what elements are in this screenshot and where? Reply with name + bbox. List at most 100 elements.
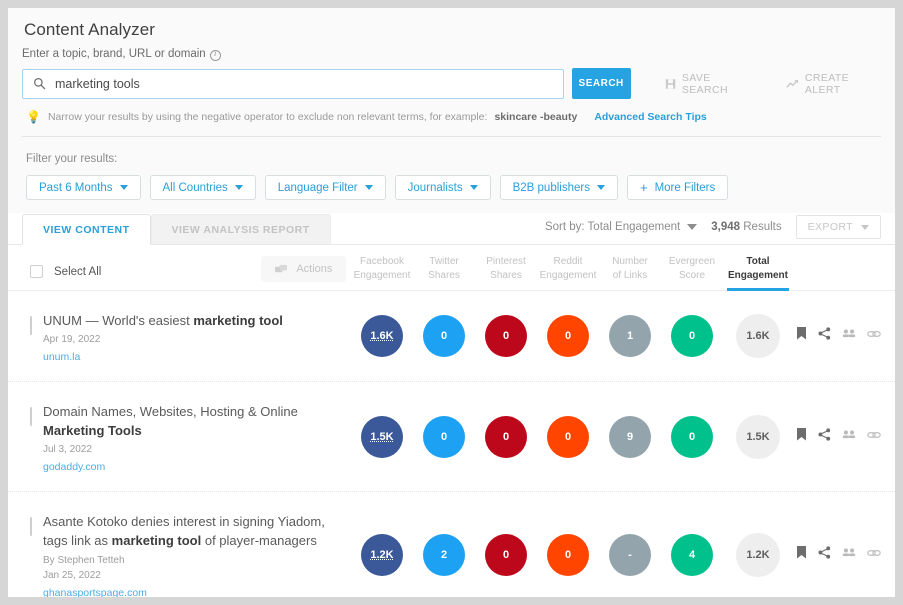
filter-chip-language[interactable]: Language Filter (264, 175, 386, 200)
metric-cell-pinterest: 0 (475, 415, 537, 458)
filter-chip-countries-label: All Countries (162, 181, 228, 194)
select-all-control[interactable]: Select All (30, 265, 101, 290)
metric-bubble-reddit[interactable]: 0 (547, 415, 589, 458)
table-toolbar: Sort by: Total Engagement 3,948 Results … (545, 215, 895, 244)
row-title[interactable]: UNUM — World's easiest marketing tool (43, 311, 332, 330)
row-title-highlight: marketing tool (111, 533, 202, 548)
row-date: Jul 3, 2022 (43, 444, 92, 455)
metric-bubble-total-engagement[interactable]: 1.6K (736, 314, 780, 358)
link-icon[interactable] (867, 546, 881, 564)
row-domain-link[interactable]: ghanasportspage.com (43, 581, 332, 597)
app-window: Content Analyzer Enter a topic, brand, U… (8, 8, 895, 597)
search-button[interactable]: SEARCH (571, 68, 631, 99)
column-header-reddit-line1: Reddit (553, 256, 583, 267)
filter-chip-journalists[interactable]: Journalists (394, 175, 491, 200)
metric-bubble-evergreen[interactable]: 0 (671, 315, 713, 357)
share-icon[interactable] (818, 427, 831, 446)
chevron-down-icon (364, 185, 373, 190)
sort-by-label: Sort by: Total Engagement (544, 221, 681, 233)
select-all-checkbox[interactable] (30, 265, 43, 278)
column-header-facebook-engagement[interactable]: Facebook Engagement (351, 255, 413, 290)
metric-bubble-twitter[interactable]: 2 (423, 533, 465, 576)
column-header-evergreen-line1: Evergreen (668, 256, 716, 267)
column-header-twitter-shares[interactable]: Twitter Shares (413, 255, 475, 290)
plus-icon: + (639, 180, 648, 195)
column-header-twitter-line1: Twitter (429, 256, 459, 267)
table-row: UNUM — World's easiest marketing tool Apr… (8, 291, 895, 382)
search-field-label: Enter a topic, brand, URL or domain (22, 48, 881, 68)
row-metrics: 1.6K 0 0 0 1 0 1.6K (351, 314, 793, 358)
row-title[interactable]: Asante Kotoko denies interest in signing… (43, 512, 332, 550)
actions-button[interactable]: Actions (261, 256, 347, 282)
row-content: Asante Kotoko denies interest in signing… (32, 492, 332, 597)
row-metrics: 1.2K 2 0 0-4 1.2K (351, 532, 793, 577)
column-header-evergreen-line2: Score (678, 270, 706, 281)
metric-bubble-total-engagement[interactable]: 1.2K (736, 532, 780, 577)
column-header-evergreen-score[interactable]: Evergreen Score (661, 255, 723, 290)
share-icon[interactable] (818, 327, 831, 345)
column-header-total-engagement[interactable]: Total Engagement (723, 255, 793, 291)
row-title[interactable]: Domain Names, Websites, Hosting & Online… (43, 402, 332, 440)
metric-bubble-evergreen[interactable]: 4 (671, 533, 713, 576)
people-icon[interactable] (842, 327, 856, 345)
people-icon[interactable] (842, 428, 856, 446)
layers-icon (275, 264, 288, 272)
chevron-down-icon (119, 185, 128, 190)
tab-view-analysis-report[interactable]: VIEW ANALYSIS REPORT (150, 214, 331, 245)
column-header-pinterest-shares[interactable]: Pinterest Shares (475, 255, 537, 290)
column-header-reddit-engagement[interactable]: Reddit Engagement (537, 255, 599, 290)
column-header-number-of-links[interactable]: Number of Links (599, 255, 661, 290)
metric-bubble-reddit[interactable]: 0 (547, 533, 589, 576)
advanced-search-tips-link[interactable]: Advanced Search Tips (594, 111, 706, 123)
bookmark-icon[interactable] (796, 327, 807, 345)
filter-chip-countries[interactable]: All Countries (149, 175, 256, 200)
link-icon[interactable] (867, 327, 881, 345)
share-icon[interactable] (818, 545, 831, 564)
create-alert-label: CREATE ALERT (804, 71, 850, 96)
metric-bubble-twitter[interactable]: 0 (423, 415, 465, 458)
bookmark-icon[interactable] (796, 427, 807, 446)
metric-bubble-facebook[interactable]: 1.6K (361, 315, 403, 357)
metric-cell-reddit: 0 (537, 315, 599, 357)
more-filters-button[interactable]: + More Filters (626, 175, 729, 200)
metric-bubble-total-engagement[interactable]: 1.5K (736, 414, 780, 459)
metric-bubble-pinterest[interactable]: 0 (485, 415, 527, 458)
metric-bubble-pinterest[interactable]: 0 (485, 533, 527, 576)
tab-view-content[interactable]: VIEW CONTENT (22, 214, 151, 245)
save-search-button[interactable]: SAVE SEARCH (665, 72, 754, 96)
metric-bubble-facebook[interactable]: 1.5K (361, 415, 403, 458)
metric-bubble-facebook[interactable]: 1.2K (361, 533, 403, 576)
row-domain-link[interactable]: godaddy.com (43, 455, 332, 473)
column-header-total-line2: Engagement (727, 270, 788, 281)
filter-chip-b2b-publishers[interactable]: B2B publishers (499, 175, 618, 200)
search-field-label-text: Enter a topic, brand, URL or domain (22, 48, 206, 60)
metric-bubble-reddit[interactable]: 0 (547, 315, 589, 357)
metric-cell-twitter: 0 (413, 315, 475, 357)
metric-bubble-links[interactable]: - (609, 533, 651, 576)
bookmark-icon[interactable] (796, 545, 807, 564)
search-hint: 💡 Narrow your results by using the negat… (22, 99, 881, 124)
metric-cell-facebook: 1.2K (351, 533, 413, 576)
create-alert-button[interactable]: CREATE ALERT (786, 72, 881, 96)
info-icon[interactable] (209, 49, 221, 61)
row-domain-link[interactable]: unum.la (43, 345, 332, 363)
metric-cell-evergreen: 0 (661, 315, 723, 357)
metric-cell-facebook: 1.6K (351, 315, 413, 357)
column-header-total-line1: Total (746, 256, 770, 267)
filter-chip-date-range[interactable]: Past 6 Months (26, 175, 141, 200)
metric-bubble-evergreen[interactable]: 0 (671, 415, 713, 458)
search-hint-text: Narrow your results by using the negativ… (47, 111, 488, 123)
link-icon[interactable] (867, 428, 881, 446)
metric-bubble-twitter[interactable]: 0 (423, 315, 465, 357)
export-button[interactable]: EXPORT (795, 215, 881, 239)
metric-bubble-links[interactable]: 9 (609, 415, 651, 458)
tab-view-analysis-report-label: VIEW ANALYSIS REPORT (171, 223, 310, 236)
search-input[interactable] (55, 76, 553, 91)
search-box[interactable] (22, 68, 564, 99)
tab-view-content-label: VIEW CONTENT (43, 223, 130, 236)
metric-bubble-pinterest[interactable]: 0 (485, 315, 527, 357)
sort-by-dropdown[interactable]: Sort by: Total Engagement (544, 221, 698, 233)
people-icon[interactable] (842, 546, 856, 564)
results-table: Select All Actions Facebook Engagement T… (8, 245, 895, 597)
metric-bubble-links[interactable]: 1 (609, 315, 651, 357)
